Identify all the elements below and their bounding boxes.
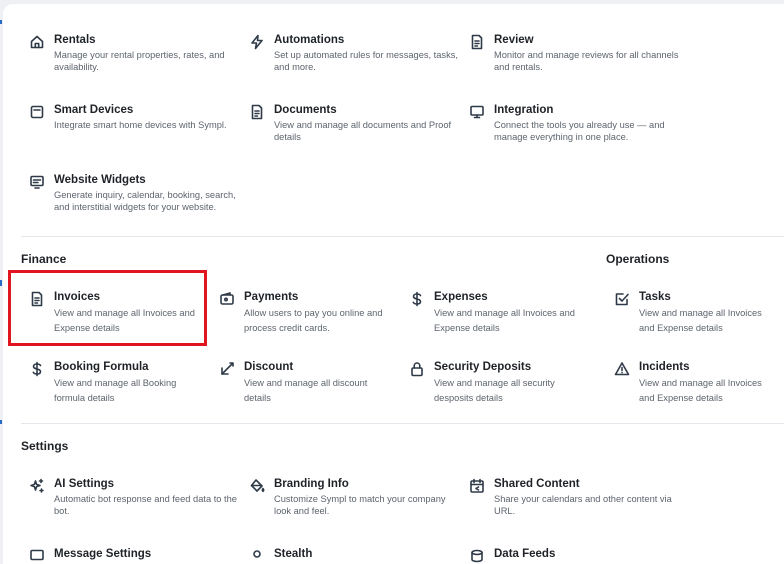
menu-item-title: Automations xyxy=(274,34,345,46)
menu-item-description: View and manage all Invoices and Expense… xyxy=(54,308,195,333)
menu-item-title: Booking Formula xyxy=(54,361,149,373)
document-icon xyxy=(468,33,486,51)
paint-bucket-icon xyxy=(248,477,266,495)
stealth-icon xyxy=(248,547,266,564)
section-title-settings: Settings xyxy=(21,439,69,453)
menu-item-title: Incidents xyxy=(639,361,690,373)
menu-item-title: Review xyxy=(494,34,534,46)
menu-item-description: Customize Sympl to match your company lo… xyxy=(274,494,446,517)
dollar-icon xyxy=(28,360,46,378)
menu-item-description: View and manage all Booking formula deta… xyxy=(54,378,177,403)
menu-item-title: Payments xyxy=(244,291,299,303)
warning-icon xyxy=(613,360,631,378)
scroll-edge-marker xyxy=(0,420,2,424)
section-divider xyxy=(21,236,784,237)
menu-item-title: Discount xyxy=(244,361,294,373)
invoice-icon xyxy=(28,290,46,308)
dollar-icon xyxy=(408,290,426,308)
section-title-finance: Finance xyxy=(21,252,67,266)
menu-item-description: Automatic bot response and feed data to … xyxy=(54,494,237,517)
menu-item-title: Website Widgets xyxy=(54,174,146,186)
sparkle-icon xyxy=(28,477,46,495)
menu-item-description: View and manage all documents and Proof … xyxy=(274,120,452,143)
menu-item-description: View and manage all Invoices and Expense… xyxy=(639,308,762,333)
menu-item-description: View and manage all security desposits d… xyxy=(434,378,555,403)
menu-item-title: Data Feeds xyxy=(494,548,556,560)
document-icon xyxy=(248,103,266,121)
checkbox-icon xyxy=(613,290,631,308)
menu-item-description: Connect the tools you already use — and … xyxy=(494,120,665,143)
widget-icon xyxy=(28,173,46,191)
menu-item-title: Expenses xyxy=(434,291,488,303)
section-divider xyxy=(21,423,784,424)
scroll-edge-marker xyxy=(0,20,2,24)
menu-item-title: Smart Devices xyxy=(54,104,134,116)
scroll-edge-marker xyxy=(0,280,2,286)
menu-item-title: Invoices xyxy=(54,291,101,303)
menu-item-title: AI Settings xyxy=(54,478,115,490)
section-title-operations: Operations xyxy=(606,252,670,266)
menu-item-description: Monitor and manage reviews for all chann… xyxy=(494,50,679,73)
menu-item-description: View and manage all Invoices and Expense… xyxy=(639,378,762,403)
menu-item-description: View and manage all discount details xyxy=(244,378,368,403)
menu-item-title: Shared Content xyxy=(494,478,580,490)
arrow-diagonal-icon xyxy=(218,360,236,378)
device-icon xyxy=(28,103,46,121)
menu-item-title: Tasks xyxy=(639,291,671,303)
menu-item-title: Message Settings xyxy=(54,548,152,560)
lightning-icon xyxy=(248,33,266,51)
menu-item-description: Integrate smart home devices with Sympl. xyxy=(54,120,227,130)
monitor-icon xyxy=(468,103,486,121)
menu-item-description: Share your calendars and other content v… xyxy=(494,494,672,517)
menu-item-description: Allow users to pay you online and proces… xyxy=(244,308,383,333)
menu-item-title: Branding Info xyxy=(274,478,349,490)
menu-item-description: Generate inquiry, calendar, booking, sea… xyxy=(54,190,236,213)
menu-item-title: Rentals xyxy=(54,34,96,46)
menu-item-title: Integration xyxy=(494,104,554,116)
menu-item-title: Documents xyxy=(274,104,337,116)
message-icon xyxy=(28,547,46,564)
lock-icon xyxy=(408,360,426,378)
menu-item-description: View and manage all Invoices and Expense… xyxy=(434,308,575,333)
settings-menu-panel: Rentals Manage your rental properties, r… xyxy=(3,4,784,564)
menu-item-description: Manage your rental properties, rates, an… xyxy=(54,50,225,73)
menu-item-title: Stealth xyxy=(274,548,313,560)
calendar-share-icon xyxy=(468,477,486,495)
database-icon xyxy=(468,547,486,564)
menu-item-description: Set up automated rules for messages, tas… xyxy=(274,50,458,73)
menu-item-title: Security Deposits xyxy=(434,361,532,373)
wallet-icon xyxy=(218,290,236,308)
home-icon xyxy=(28,33,46,51)
